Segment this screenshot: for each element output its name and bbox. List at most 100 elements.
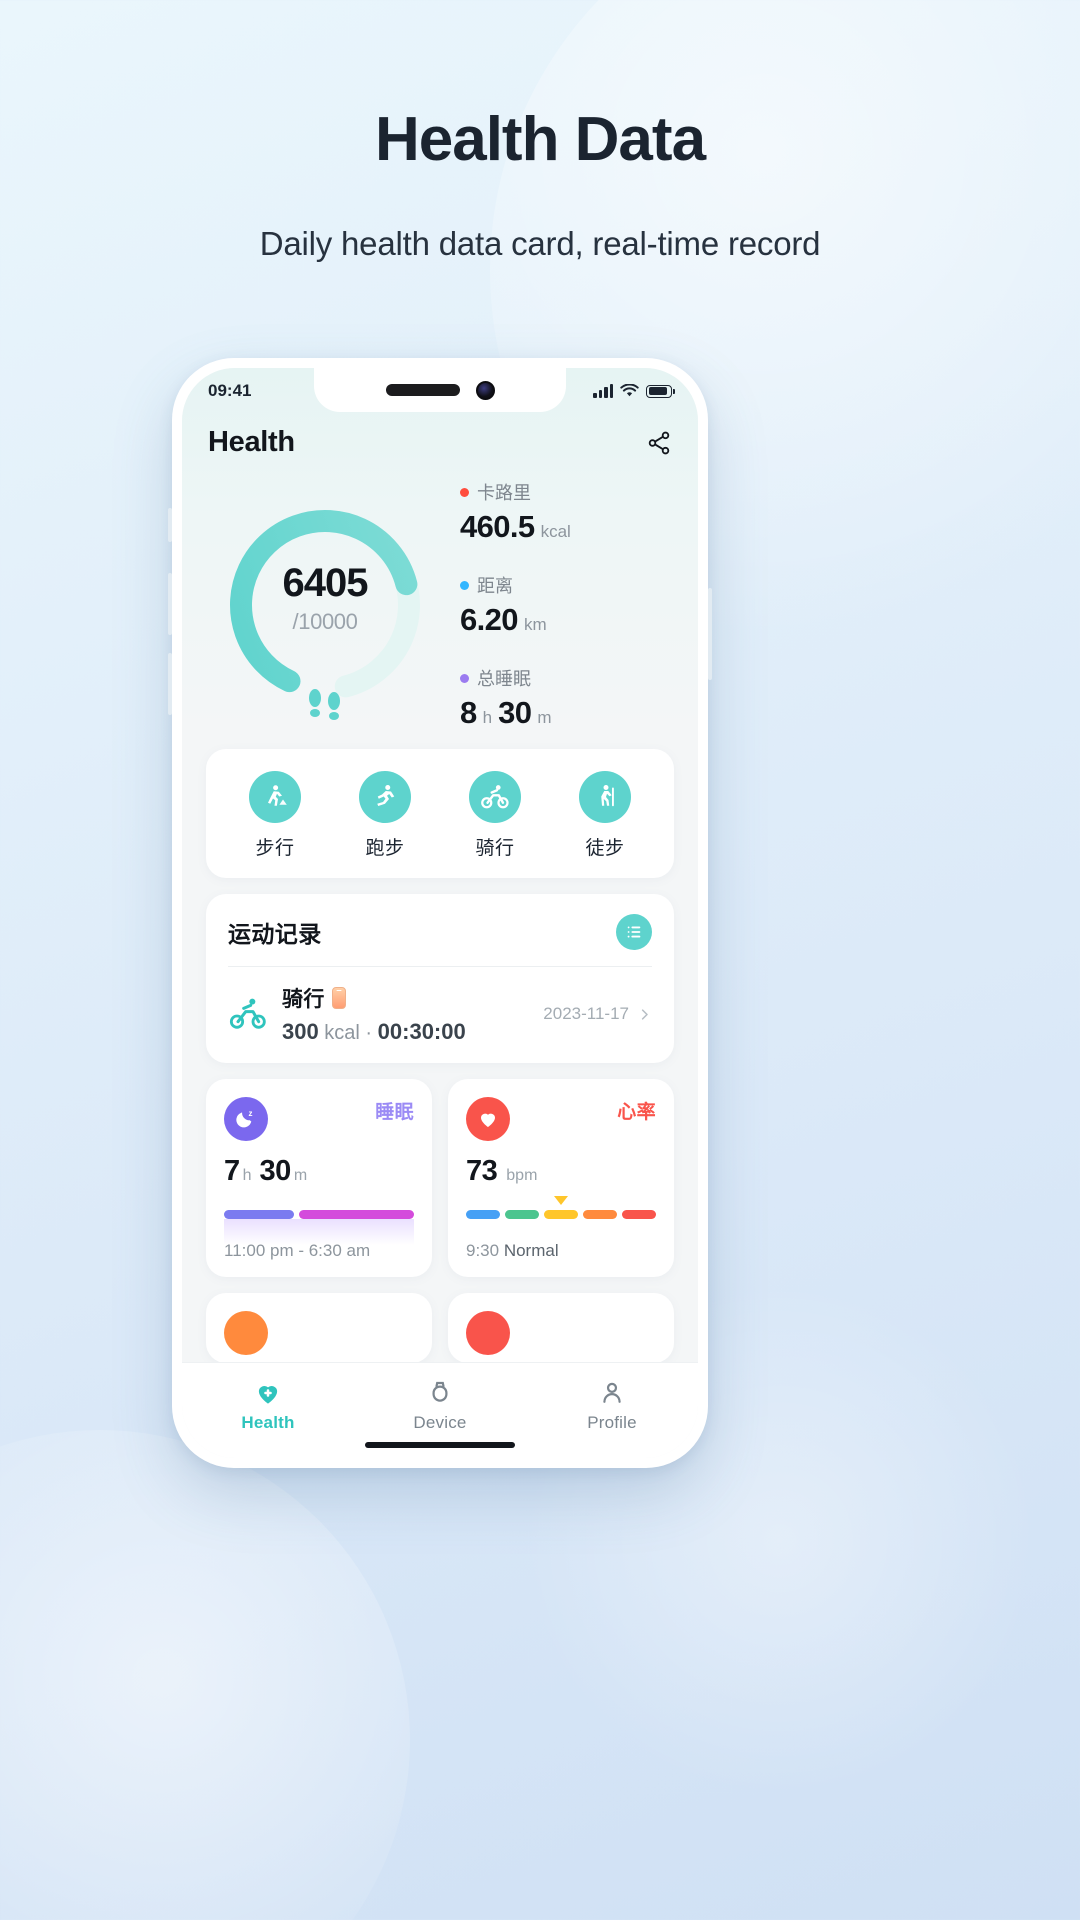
chevron-right-icon[interactable] (637, 1007, 652, 1022)
sleep-hours: 7 (224, 1155, 240, 1187)
tab-device-label: Device (413, 1413, 467, 1432)
status-time: 09:41 (208, 381, 252, 400)
record-calories-unit: kcal (324, 1022, 360, 1044)
next-cards-peek (206, 1293, 674, 1362)
status-indicators (593, 384, 675, 398)
metric-calories-label-row: 卡路里 (460, 479, 674, 505)
record-calories: 300 (282, 1019, 319, 1044)
heart-rate-card[interactable]: 心率 73 bpm 9:30 Normal (448, 1079, 674, 1277)
calories-dot-icon (460, 487, 469, 497)
hr-bar-3 (544, 1196, 578, 1219)
sleep-bar-deep (224, 1210, 295, 1219)
activity-walking-label: 步行 (255, 838, 295, 859)
tab-health[interactable]: Health (182, 1375, 354, 1433)
sleep-hours-unit: h (242, 1167, 252, 1184)
sleep-bars (224, 1210, 414, 1245)
activity-cycling[interactable]: 骑行 (440, 771, 550, 860)
metric-sleep-hours: 8 (460, 695, 477, 730)
tab-profile-label: Profile (587, 1413, 637, 1432)
svg-text:z: z (249, 1109, 253, 1118)
background-blob-bottom-left (0, 1430, 410, 1920)
sleep-card-header: z 睡眠 (224, 1097, 414, 1141)
heart-rate-status: Normal (503, 1241, 559, 1260)
orange-circle-icon (224, 1311, 268, 1355)
metric-sleep-minutes-unit: m (537, 708, 552, 727)
steps-readout: 6405 /10000 (282, 561, 369, 635)
signal-bars-icon (593, 384, 613, 398)
heart-rate-footer: 9:30 Normal (466, 1241, 656, 1261)
tab-device[interactable]: Device (354, 1375, 526, 1433)
metric-distance-label-row: 距离 (460, 572, 674, 598)
distance-dot-icon (460, 580, 469, 590)
peek-card-right[interactable] (448, 1293, 674, 1362)
battery-icon (646, 384, 675, 398)
metric-sleep-minutes: 30 (498, 695, 532, 730)
exercise-records-title: 运动记录 (228, 921, 322, 947)
activity-walking[interactable]: 步行 (220, 771, 330, 860)
metric-distance-value: 6.20 (460, 602, 519, 637)
metric-sleep-label: 总睡眠 (477, 669, 531, 689)
red-circle-icon (466, 1311, 510, 1355)
metric-calories: 卡路里 460.5 kcal (460, 479, 674, 545)
record-name: 骑行 (282, 988, 325, 1011)
heart-rate-card-header: 心率 (466, 1097, 656, 1141)
share-icon[interactable] (646, 430, 672, 456)
heart-icon (466, 1097, 510, 1141)
metric-sleep: 总睡眠 8 h 30 m (460, 665, 674, 731)
activity-cycling-label: 骑行 (475, 838, 515, 859)
sleep-dot-icon (460, 673, 469, 683)
metric-sleep-label-row: 总睡眠 (460, 665, 674, 691)
sleep-card-tag: 睡眠 (375, 1102, 414, 1123)
metric-distance-value-row: 6.20 km (460, 602, 674, 638)
metrics-list: 卡路里 460.5 kcal 距离 6.20 km 总睡眠 8 h 30 m (444, 479, 674, 731)
peek-card-left[interactable] (206, 1293, 432, 1362)
screen-header-area: 09:41 Health 6405 /10000 卡路里 460.5 kcal … (182, 368, 698, 737)
hr-bar-1 (466, 1210, 500, 1219)
list-icon[interactable] (616, 914, 652, 950)
metric-distance: 距离 6.20 km (460, 572, 674, 638)
steps-value: 6405 (282, 561, 369, 606)
content-scroll-area[interactable]: 步行 跑步 骑行 徒步 运动记录 骑行 300 kcal · 00:30:00 … (182, 737, 698, 1362)
sleep-duration: 7 h 30 m (224, 1155, 414, 1188)
running-icon (359, 771, 411, 823)
record-info: 骑行 300 kcal · 00:30:00 (282, 983, 529, 1045)
app-bar: Health (182, 414, 698, 465)
metric-calories-label: 卡路里 (477, 483, 531, 503)
home-indicator (365, 1442, 515, 1448)
hr-bar-4 (583, 1210, 617, 1219)
heart-rate-value: 73 (466, 1155, 498, 1187)
heart-rate-unit: bpm (506, 1167, 538, 1184)
table-row[interactable]: 骑行 300 kcal · 00:30:00 2023-11-17 (228, 966, 652, 1045)
hiking-icon (579, 771, 631, 823)
metric-calories-value-row: 460.5 kcal (460, 509, 674, 545)
steps-goal: /10000 (292, 609, 358, 635)
daily-summary: 6405 /10000 卡路里 460.5 kcal 距离 6.20 km 总睡… (182, 465, 698, 737)
device-watch-icon (354, 1375, 526, 1411)
page-title: Health Data (374, 105, 706, 174)
steps-ring[interactable]: 6405 /10000 (206, 479, 444, 731)
activity-running-label: 跑步 (365, 838, 405, 859)
cycling-icon (469, 771, 521, 823)
activity-hiking[interactable]: 徒步 (550, 771, 660, 860)
activity-hiking-label: 徒步 (585, 838, 625, 859)
wifi-icon (620, 384, 639, 397)
sleep-card[interactable]: z 睡眠 7 h 30 m 11:00 pm - 6:30 am (206, 1079, 432, 1277)
tab-health-label: Health (241, 1413, 295, 1432)
cycling-icon (229, 998, 266, 1029)
footprints-icon (309, 689, 340, 720)
phone-button-volume-up (168, 573, 172, 635)
health-heart-icon (182, 1375, 354, 1411)
profile-person-icon (526, 1375, 698, 1411)
tab-profile[interactable]: Profile (526, 1375, 698, 1433)
metric-distance-unit: km (523, 615, 547, 634)
exercise-records-card: 运动记录 骑行 300 kcal · 00:30:00 2023-11-17 (206, 894, 674, 1063)
record-duration: 00:30:00 (377, 1019, 466, 1044)
moon-sleep-icon: z (224, 1097, 268, 1141)
hr-bar-5 (622, 1210, 656, 1219)
activity-running[interactable]: 跑步 (330, 771, 440, 860)
metric-sleep-hours-unit: h (482, 708, 493, 727)
marker-triangle-icon (554, 1196, 568, 1205)
heart-rate-bars (466, 1196, 656, 1219)
sleep-bar-light (299, 1210, 414, 1219)
phone-badge-icon (331, 987, 346, 1009)
